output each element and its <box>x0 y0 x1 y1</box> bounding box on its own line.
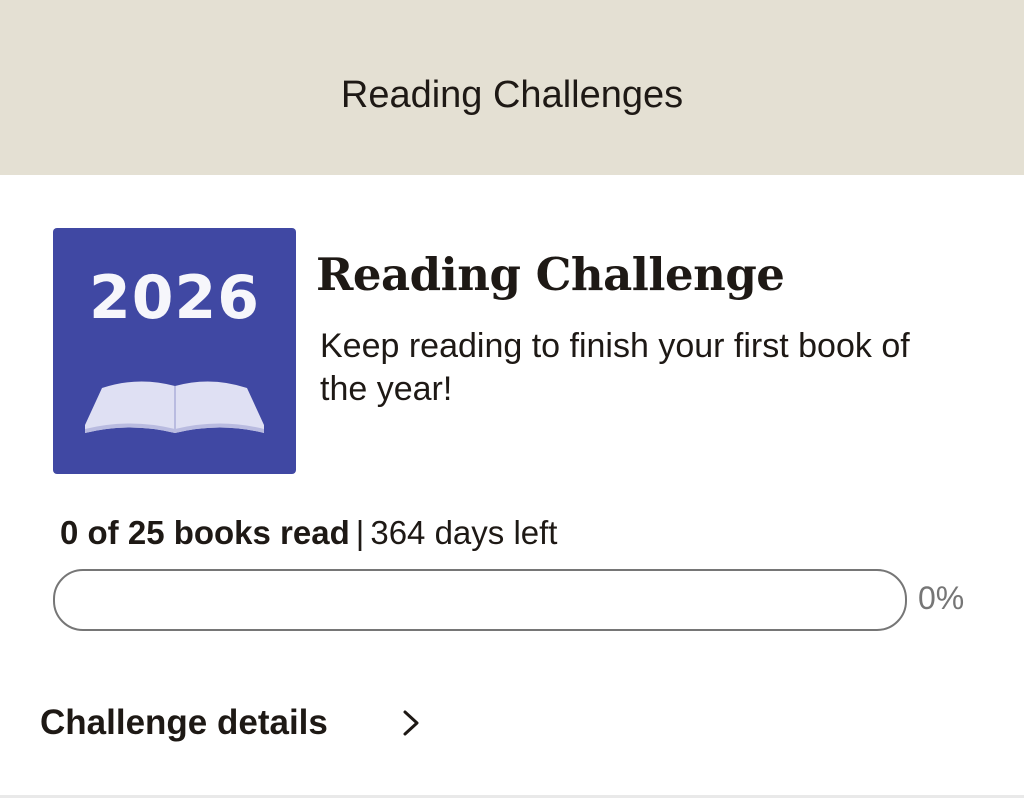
books-read-count: 0 of 25 books read <box>60 514 350 551</box>
progress-summary: 0 of 25 books read | 364 days left <box>60 512 557 554</box>
challenge-details-link[interactable]: Challenge details <box>40 700 460 750</box>
chevron-right-icon <box>403 710 419 736</box>
challenge-description: Keep reading to finish your first book o… <box>320 327 910 408</box>
header-bar: Reading Challenges <box>0 0 1024 175</box>
progress-separator: | <box>355 514 365 551</box>
page-title: Reading Challenges <box>340 74 684 116</box>
days-left: 364 days left <box>370 514 558 551</box>
challenge-details-label: Challenge details <box>40 703 328 742</box>
progress-bar <box>53 569 907 631</box>
challenge-title: Reading Challenge <box>316 248 785 301</box>
progress-percent: 0% <box>918 580 965 616</box>
cover-year: 2026 <box>89 263 260 333</box>
